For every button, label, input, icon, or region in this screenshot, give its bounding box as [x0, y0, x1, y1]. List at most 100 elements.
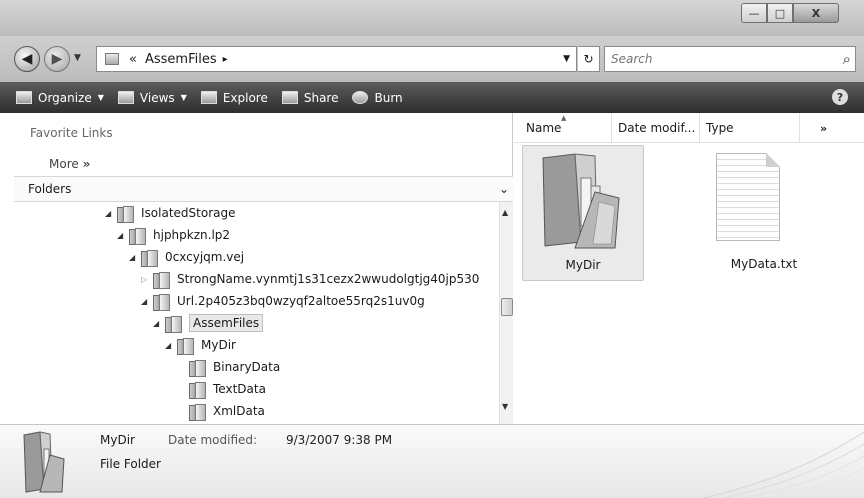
folder-icon	[117, 205, 134, 223]
explore-icon	[200, 91, 217, 104]
folder-icon	[153, 293, 170, 311]
explore-label: Explore	[222, 90, 268, 105]
share-icon	[281, 91, 298, 104]
address-overflow-chevrons[interactable]: «	[129, 52, 137, 67]
file-item-mydir[interactable]: MyDir	[522, 145, 644, 281]
column-header-type[interactable]: Type	[700, 113, 800, 143]
tree-item-assemfiles[interactable]: ◢ AssemFiles	[153, 312, 264, 334]
file-item-mydata[interactable]: MyData.txt	[700, 145, 822, 281]
views-label: Views	[139, 90, 175, 105]
expanded-triangle-icon[interactable]: ◢	[105, 209, 115, 218]
search-icon[interactable]: ⌕	[843, 50, 851, 68]
column-headers: ▲ Name Date modif... Type »	[514, 113, 864, 143]
folder-icon	[153, 271, 170, 289]
folder-icon	[189, 381, 206, 399]
collapsed-triangle-icon[interactable]: ▷	[141, 275, 151, 284]
folder-icon	[129, 227, 146, 245]
burn-label: Burn	[374, 90, 403, 105]
folders-label: Folders	[28, 182, 72, 196]
tree-item-label: Url.2p405z3bq0wzyqf2altoe55rq2s1uv0g	[177, 294, 425, 308]
column-header-date-modified[interactable]: Date modif...	[612, 113, 700, 143]
tree-item-mydir[interactable]: ◢ MyDir	[165, 334, 236, 356]
close-button[interactable]: X	[793, 3, 839, 23]
share-button[interactable]: Share	[281, 90, 339, 105]
file-item-label: MyDir	[565, 258, 601, 272]
scroll-down-icon[interactable]: ▼	[502, 402, 508, 411]
more-links-button[interactable]: More »	[49, 157, 90, 171]
refresh-button[interactable]: ↻	[578, 46, 600, 72]
tree-item-textdata[interactable]: TextData	[189, 378, 266, 400]
minimize-button[interactable]: —	[741, 3, 767, 23]
maximize-icon: □	[774, 6, 786, 20]
breadcrumb-assemfiles[interactable]: AssemFiles	[145, 52, 217, 67]
expanded-triangle-icon[interactable]: ◢	[117, 231, 127, 240]
burn-icon	[352, 91, 369, 104]
close-icon: X	[811, 6, 821, 20]
tree-item-label: StrongName.vynmtj1s31cezx2wwudolgtjg40jp…	[177, 272, 480, 286]
details-pane: MyDir Date modified: 9/3/2007 9:38 PM Fi…	[0, 424, 864, 498]
scroll-up-icon[interactable]: ▲	[502, 208, 508, 217]
scrollbar-thumb[interactable]	[501, 298, 513, 316]
tree-item-isolatedstorage[interactable]: ◢ IsolatedStorage	[105, 202, 235, 224]
column-header-name[interactable]: ▲ Name	[514, 113, 612, 143]
tree-item-label: MyDir	[201, 338, 236, 352]
double-chevron-icon: »	[82, 157, 91, 171]
navigation-pane: Favorite Links More » Folders ⌄ ◢ Isolat…	[0, 113, 513, 424]
favorite-links-heading: Favorite Links	[30, 126, 113, 140]
chevron-down-icon: ▼	[97, 93, 104, 102]
folder-icon	[141, 249, 158, 267]
tree-item-label: IsolatedStorage	[141, 206, 236, 220]
address-box[interactable]: « AssemFiles ▸ ▼	[96, 46, 577, 72]
folders-header[interactable]: Folders ⌄	[14, 176, 513, 202]
search-box[interactable]: ⌕	[604, 46, 856, 72]
chevron-down-icon: ⌄	[498, 182, 509, 196]
expanded-triangle-icon[interactable]: ◢	[153, 319, 163, 328]
column-label: Name	[526, 121, 562, 135]
organize-button[interactable]: Organize ▼	[16, 91, 104, 105]
chevron-down-icon: ▼	[180, 93, 187, 102]
folder-icon	[189, 403, 206, 421]
burn-button[interactable]: Burn	[352, 90, 403, 105]
recent-pages-dropdown[interactable]: ▼	[74, 53, 81, 63]
double-chevron-icon: »	[820, 121, 828, 135]
tree-item-xmldata[interactable]: XmlData	[189, 400, 265, 422]
forward-button[interactable]: ▶	[44, 46, 70, 72]
tree-item-label: 0cxcyjqm.vej	[165, 250, 245, 264]
back-arrow-icon: ◀	[21, 51, 33, 67]
folder-icon	[189, 359, 206, 377]
column-label: Type	[706, 121, 734, 135]
minimize-icon: —	[748, 6, 760, 20]
help-icon[interactable]: ?	[832, 89, 848, 105]
large-folder-icon	[542, 153, 620, 249]
tree-item-binarydata[interactable]: BinaryData	[189, 356, 280, 378]
details-date-label: Date modified:	[168, 433, 258, 447]
maximize-button[interactable]: □	[767, 3, 793, 23]
tree-scrollbar[interactable]: ▲ ▼	[499, 202, 513, 424]
breadcrumb-arrow-icon[interactable]: ▸	[223, 54, 228, 65]
share-label: Share	[303, 90, 339, 105]
address-dropdown-icon[interactable]: ▼	[563, 54, 570, 64]
tree-item-0cxcyjqm[interactable]: ◢ 0cxcyjqm.vej	[129, 246, 244, 268]
tree-item-label: AssemFiles	[189, 314, 264, 332]
views-icon	[117, 91, 134, 104]
expanded-triangle-icon[interactable]: ◢	[165, 341, 175, 350]
title-bar: — □ X	[0, 0, 864, 36]
organize-label: Organize	[38, 90, 92, 105]
search-input[interactable]	[605, 47, 830, 71]
more-columns-button[interactable]: »	[800, 113, 850, 143]
column-label: Date modif...	[618, 121, 696, 135]
expanded-triangle-icon[interactable]: ◢	[141, 297, 151, 306]
folder-icon	[165, 315, 182, 333]
refresh-icon: ↻	[583, 52, 594, 66]
expanded-triangle-icon[interactable]: ◢	[129, 253, 139, 262]
tree-item-strongname[interactable]: ▷ StrongName.vynmtj1s31cezx2wwudolgtjg40…	[141, 268, 479, 290]
tree-item-hjphpkzn[interactable]: ◢ hjphpkzn.lp2	[117, 224, 230, 246]
explore-button[interactable]: Explore	[200, 90, 268, 105]
back-button[interactable]: ◀	[14, 46, 40, 72]
sort-ascending-icon: ▲	[561, 114, 567, 122]
views-button[interactable]: Views ▼	[117, 90, 187, 105]
tree-item-url[interactable]: ◢ Url.2p405z3bq0wzyqf2altoe55rq2s1uv0g	[141, 290, 425, 312]
folder-icon	[105, 53, 119, 65]
details-item-name: MyDir	[100, 433, 135, 447]
tree-item-label: TextData	[213, 382, 266, 396]
